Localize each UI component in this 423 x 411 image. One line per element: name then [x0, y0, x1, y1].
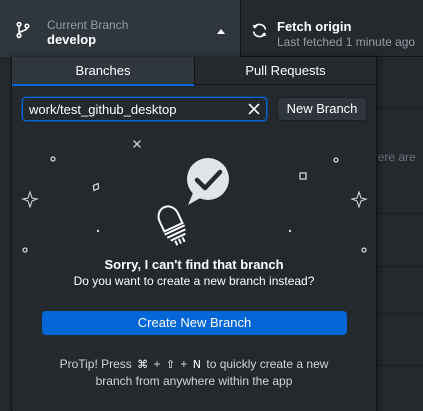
- speech-bubble-check-icon: [187, 158, 229, 205]
- last-fetched-status: Last fetched 1 minute ago: [277, 35, 416, 49]
- no-branches-illustration: [21, 140, 368, 253]
- plus-sign: +: [153, 357, 161, 371]
- dot-icon: [361, 247, 367, 253]
- command-key: ⌘: [137, 358, 149, 371]
- empty-state-title: Sorry, I can't find that branch: [104, 257, 284, 272]
- protip-text: ProTip! Press ⌘ + ⇧ + N to quickly creat…: [12, 356, 376, 390]
- create-new-branch-button[interactable]: Create New Branch: [42, 311, 347, 335]
- sparkle-x-icon: [133, 140, 141, 148]
- shift-key: ⇧: [165, 358, 176, 371]
- background-divider: [377, 108, 423, 109]
- background-divider: [377, 313, 423, 314]
- protip-line2: branch from anywhere within the app: [95, 374, 293, 388]
- toolbar: Current Branch develop Fetch origin Last…: [0, 0, 423, 57]
- branch-filter-input[interactable]: [22, 97, 267, 121]
- background-divider: [377, 266, 423, 267]
- background-divider: [377, 365, 423, 366]
- empty-state-subtitle: Do you want to create a new branch inste…: [73, 274, 315, 288]
- protip-line1-suffix: to quickly create a new: [206, 357, 329, 371]
- new-branch-button[interactable]: New Branch: [277, 97, 367, 121]
- plus-sign: +: [180, 357, 188, 371]
- dot-icon: [22, 247, 28, 253]
- n-key: N: [192, 358, 202, 371]
- sparkle-diamond-icon: [92, 182, 100, 192]
- small-dot-icon: [96, 229, 100, 233]
- app-window: Current Branch develop Fetch origin Last…: [0, 0, 423, 411]
- dot-icon: [50, 156, 56, 162]
- current-branch-label: Current Branch: [47, 18, 129, 32]
- protip-prefix: ProTip! Press: [59, 357, 132, 371]
- fetch-origin-label: Fetch origin: [277, 19, 352, 34]
- filter-row: New Branch: [12, 85, 376, 133]
- caret-up-icon: [217, 29, 225, 34]
- branch-popover: Branches Pull Requests New Branch: [11, 57, 377, 411]
- tab-branches[interactable]: Branches: [12, 57, 194, 86]
- clear-icon[interactable]: [246, 101, 262, 117]
- background-divider: [377, 213, 423, 214]
- light-bulb-icon: [157, 205, 186, 246]
- sparkle-star-icon: [21, 190, 39, 209]
- sparkle-star-icon: [350, 190, 368, 209]
- git-branch-icon: [16, 21, 30, 39]
- dot-icon: [333, 157, 339, 163]
- tab-pull-requests[interactable]: Pull Requests: [194, 57, 376, 85]
- small-dot-icon: [288, 229, 292, 233]
- tab-bar: Branches Pull Requests: [12, 57, 376, 86]
- current-branch-name: develop: [47, 32, 97, 47]
- sync-icon: [252, 23, 267, 38]
- current-branch-button[interactable]: Current Branch develop: [0, 0, 241, 57]
- fetch-origin-button[interactable]: Fetch origin Last fetched 1 minute ago: [242, 0, 423, 57]
- sparkle-square-icon: [299, 172, 307, 180]
